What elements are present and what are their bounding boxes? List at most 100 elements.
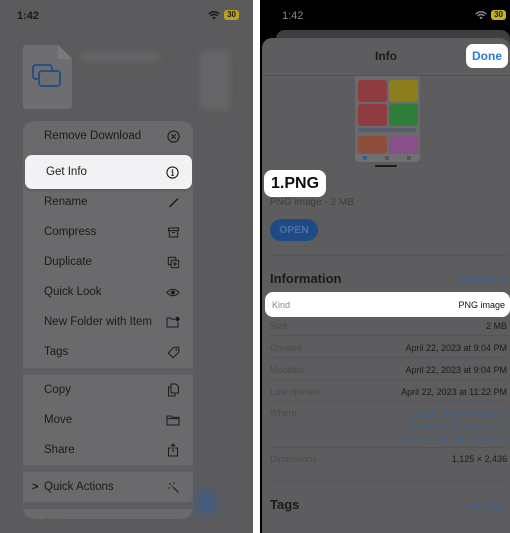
info-key: Size	[270, 321, 288, 331]
menu-item-label: Compress	[44, 226, 97, 238]
info-row-kind: Kind PNG image	[265, 292, 510, 317]
file-thumbnail[interactable]	[23, 45, 72, 109]
menu-item-label: Share	[44, 444, 75, 456]
status-indicators: 30	[475, 10, 506, 20]
divider	[270, 401, 508, 402]
blurred-background	[200, 50, 230, 110]
where-path-link[interactable]: iCloud Drive > How to fix Shortcuts not …	[398, 408, 507, 446]
info-value: April 22, 2023 at 9:04 PM	[405, 343, 507, 353]
preview-tile	[358, 80, 387, 102]
menu-item-label: Quick Actions	[44, 481, 114, 493]
menu-item-label: Move	[44, 414, 73, 426]
blurred-fab	[196, 490, 216, 514]
add-tags-link[interactable]: Add Tags	[466, 501, 505, 512]
path-line: Shortcuts not working on	[407, 421, 507, 432]
menu-item-remove-download[interactable]: Remove Download	[23, 121, 193, 151]
preview-home-indicator	[375, 165, 397, 167]
file-preview[interactable]	[355, 76, 420, 162]
menu-item-label: Remove Download	[44, 130, 142, 142]
divider	[270, 379, 508, 380]
folder-badge-icon	[166, 315, 180, 329]
info-key: Kind	[272, 300, 291, 310]
status-indicators: 30	[208, 10, 239, 20]
path-line: iphone > Add Wait to return	[398, 434, 507, 444]
menu-item-get-info[interactable]: Get Info	[25, 155, 192, 189]
info-key: Modified	[270, 365, 305, 375]
right-screen: 1:42 30 Info Done 1.PNG PNG image - 2 MB…	[260, 0, 510, 533]
preview-tabbar	[355, 154, 420, 162]
preview-tile	[358, 104, 387, 126]
battery-indicator: 30	[224, 10, 239, 20]
copy-doc-icon	[166, 383, 180, 397]
panel-divider	[253, 0, 260, 533]
menu-item-quick-actions[interactable]: > Quick Actions	[23, 472, 193, 502]
menu-item-copy[interactable]: Copy	[23, 375, 193, 405]
image-stack-icon	[32, 63, 62, 94]
menu-item-tags[interactable]: Tags	[23, 337, 193, 367]
wifi-icon	[475, 10, 487, 20]
info-key: Last opened	[270, 387, 320, 397]
page-fold	[58, 45, 72, 59]
info-value: April 22, 2023 at 11:22 PM	[401, 387, 507, 397]
divider	[270, 335, 508, 336]
divider	[270, 481, 508, 482]
menu-item-label: Rename	[44, 196, 88, 208]
done-button[interactable]: Done	[466, 44, 508, 68]
info-key: Where	[270, 408, 297, 418]
preview-tile	[389, 80, 418, 102]
divider	[270, 447, 508, 448]
info-key: Created	[270, 343, 303, 353]
open-button[interactable]: OPEN	[270, 219, 318, 241]
preview-tile	[358, 136, 387, 154]
menu-item-rename[interactable]: Rename	[23, 187, 193, 217]
file-name: 1.PNG	[264, 170, 327, 197]
tags-heading: Tags	[270, 497, 300, 512]
wifi-icon	[208, 10, 220, 20]
info-value: 2 MB	[485, 321, 507, 331]
preview-section-label	[358, 128, 416, 132]
archive-box-icon	[166, 225, 180, 239]
duplicate-icon	[166, 255, 180, 269]
preview-tile	[389, 136, 418, 154]
preview-tab-dot	[407, 156, 411, 160]
path-line: iCloud Drive > How to fix	[408, 409, 507, 419]
info-key: Dimensions	[270, 454, 318, 464]
info-circle-icon	[165, 165, 179, 179]
info-sheet: Info Done 1.PNG PNG image - 2 MB OPEN In…	[262, 38, 510, 533]
chevron-right-icon: >	[32, 481, 39, 493]
eye-icon	[166, 285, 180, 299]
menu-item-quick-look[interactable]: Quick Look	[23, 277, 193, 307]
menu-item-delete[interactable]: Delete	[23, 509, 193, 519]
preview-tab-dot	[363, 156, 367, 160]
status-time: 1:42	[17, 10, 40, 22]
context-menu: Remove Download Get Info Rename Compress…	[23, 121, 193, 519]
magic-wand-icon	[166, 480, 180, 494]
menu-item-move[interactable]: Move	[23, 405, 193, 435]
menu-item-share[interactable]: Share	[23, 435, 193, 465]
menu-item-label: Duplicate	[44, 256, 92, 268]
blurred-filename	[80, 52, 160, 62]
preview-tile	[389, 104, 418, 126]
pencil-icon	[166, 195, 180, 209]
show-more-link[interactable]: Show More	[457, 275, 505, 286]
divider	[270, 255, 508, 256]
info-value: PNG image	[458, 300, 505, 310]
tag-icon	[166, 345, 180, 359]
menu-item-duplicate[interactable]: Duplicate	[23, 247, 193, 277]
menu-item-label: New Folder with Item	[44, 316, 153, 328]
info-value: April 22, 2023 at 9:04 PM	[405, 365, 507, 375]
divider	[270, 357, 508, 358]
left-screen: 1:42 30 Remove Download Get Info Rename	[0, 0, 253, 533]
share-icon	[166, 443, 180, 457]
menu-item-label: Tags	[44, 346, 69, 358]
preview-tab-dot	[385, 156, 389, 160]
menu-item-new-folder-with-item[interactable]: New Folder with Item	[23, 307, 193, 337]
menu-item-label: Quick Look	[44, 286, 102, 298]
sheet-header: Info Done	[262, 38, 510, 76]
trash-icon	[166, 517, 180, 519]
file-meta: PNG image - 2 MB	[270, 197, 354, 208]
menu-item-label: Copy	[44, 384, 71, 396]
menu-separator	[23, 465, 193, 472]
menu-item-label: Get Info	[46, 166, 87, 178]
menu-item-compress[interactable]: Compress	[23, 217, 193, 247]
